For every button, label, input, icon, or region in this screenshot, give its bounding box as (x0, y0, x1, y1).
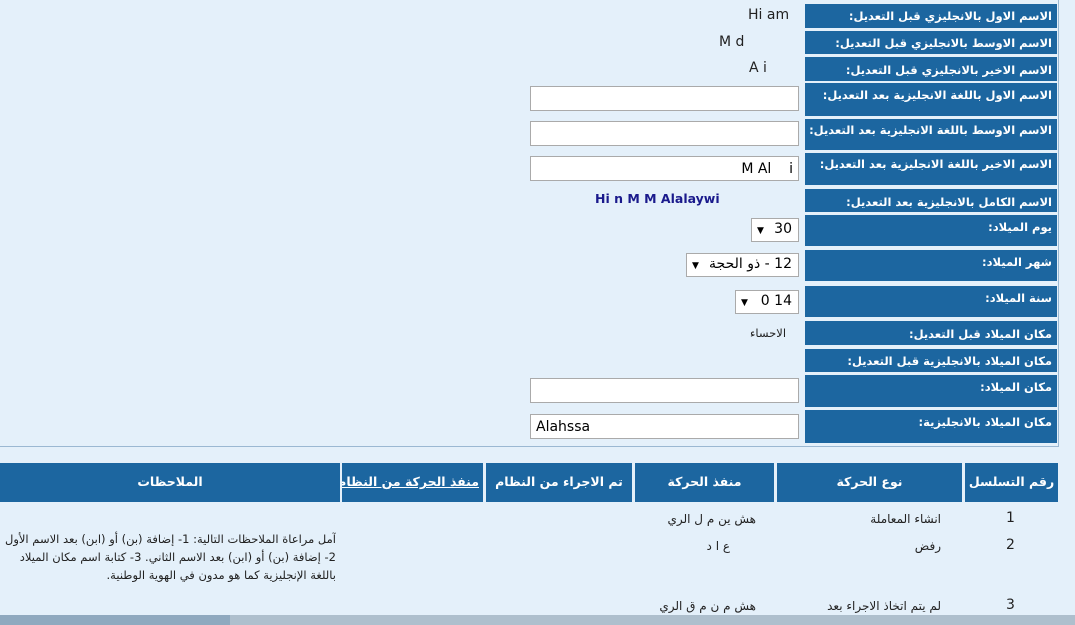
label-middle-name-before: الاسم الاوسط بالانجليزي قبل التعديل: (805, 31, 1057, 54)
chevron-down-icon: ▼ (692, 261, 699, 271)
label-birth-place-en: مكان الميلاد بالانجليزية: (805, 410, 1057, 443)
horizontal-scrollbar[interactable] (0, 615, 1075, 625)
last-name-after-input[interactable] (530, 156, 799, 181)
table-cell-executor: ع ا د (706, 539, 730, 553)
table-cell-seq: 3 (1006, 597, 1015, 613)
table-cell-executor: هش ين م ل الري (667, 512, 756, 526)
value-full-name-after: Hi n M M Alalaywi (595, 191, 720, 206)
label-last-name-before: الاسم الاخير بالانجليزي قبل التعديل: (805, 57, 1057, 81)
label-middle-name-after: الاسم الاوسط باللغة الانجليزية بعد التعد… (805, 119, 1057, 150)
scrollbar-track[interactable] (230, 615, 1075, 625)
header-executor: منفذ الحركة (635, 463, 774, 502)
label-birth-place-before: مكان الميلاد قبل التعديل: (805, 321, 1057, 345)
header-system-exec: منفذ الحركة من النظام (342, 463, 483, 502)
label-birth-place-en-before: مكان الميلاد بالانجليزية قبل التعديل: (805, 349, 1057, 372)
label-birth-month: شهر الميلاد: (805, 250, 1057, 281)
header-notes: الملاحظات (0, 463, 340, 502)
label-birth-place: مكان الميلاد: (805, 375, 1057, 407)
value-last-name-before: A i (749, 60, 767, 76)
table-cell-type: لم يتم اتخاذ الاجراء بعد (827, 599, 941, 613)
table-cell-type: انشاء المعاملة (870, 512, 941, 526)
table-cell-executor: هش م ن م ق الري (659, 599, 756, 613)
birth-month-select[interactable]: ▼ 12 - ذو الحجة (686, 253, 799, 277)
table-cell-type: رفض (914, 539, 941, 553)
middle-name-after-input[interactable] (530, 121, 799, 146)
notes-text: آمل مراعاة الملاحظات التالية: 1- إضافة (… (4, 532, 336, 582)
header-system-done: تم الاجراء من النظام (486, 463, 632, 502)
table-cell-seq: 2 (1006, 537, 1015, 553)
birth-day-select[interactable]: ▼ 30 (751, 218, 799, 242)
value-middle-name-before: M d (719, 34, 745, 50)
birth-year-select[interactable]: ▼ 14 0 (735, 290, 799, 314)
header-seq: رقم التسلسل (965, 463, 1058, 502)
label-birth-year: سنة الميلاد: (805, 286, 1057, 317)
label-first-name-after: الاسم الاول باللغة الانجليزية بعد التعدي… (805, 83, 1057, 116)
value-birth-place-before: الاحساء (750, 326, 787, 340)
label-birth-day: يوم الميلاد: (805, 215, 1057, 246)
first-name-after-input[interactable] (530, 86, 799, 111)
table-cell-seq: 1 (1006, 510, 1015, 526)
birth-place-input[interactable] (530, 378, 799, 403)
edit-details-form: الاسم الاول بالانجليزي قبل التعديل: Hi a… (0, 0, 1059, 447)
header-type: نوع الحركة (777, 463, 962, 502)
label-full-name-after: الاسم الكامل بالانجليزية بعد التعديل: (805, 189, 1057, 212)
label-last-name-after: الاسم الاخير باللغة الانجليزية بعد التعد… (805, 153, 1057, 185)
value-first-name-before: Hi am (748, 7, 790, 23)
chevron-down-icon: ▼ (741, 298, 748, 308)
chevron-down-icon: ▼ (757, 226, 764, 236)
birth-place-en-input[interactable] (530, 414, 799, 439)
label-first-name-before: الاسم الاول بالانجليزي قبل التعديل: (805, 4, 1057, 28)
